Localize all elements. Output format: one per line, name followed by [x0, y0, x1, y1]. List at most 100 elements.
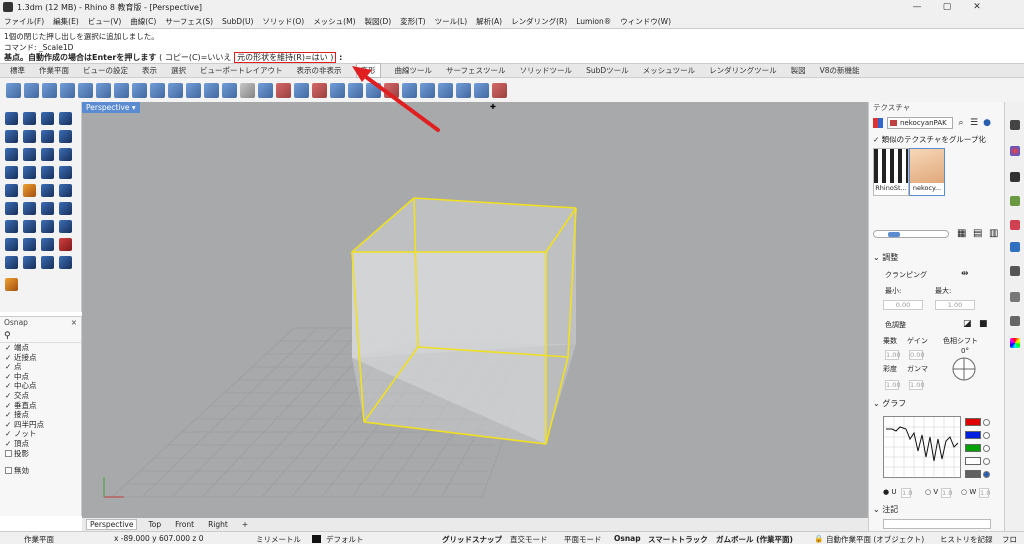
arc-icon[interactable] — [41, 130, 54, 143]
tab-standard[interactable]: 標準 — [10, 65, 25, 76]
tab-display[interactable]: 表示 — [142, 65, 157, 76]
status-units[interactable]: ミリメートル — [256, 534, 301, 544]
menu-edit[interactable]: 編集(E) — [53, 16, 79, 27]
ellipse-icon[interactable] — [23, 130, 36, 143]
color-panel-icon[interactable] — [1010, 338, 1020, 348]
menu-transform[interactable]: 変形(T) — [400, 16, 425, 27]
maximize-button[interactable]: ▢ — [932, 0, 962, 14]
tab-set-view[interactable]: ビューの設定 — [83, 65, 128, 76]
osnap-item-intersection[interactable]: ✓ 交点 — [0, 391, 81, 401]
status-osnap[interactable]: Osnap — [614, 534, 641, 543]
multiply-field[interactable]: 1.00 — [885, 350, 900, 360]
properties-panel-icon[interactable] — [1010, 120, 1020, 130]
osnap-item-vertex[interactable]: ✓ 頂点 — [0, 439, 81, 449]
gumball-icon[interactable] — [5, 278, 18, 291]
menu-window[interactable]: ウィンドウ(W) — [620, 16, 671, 27]
loft-icon[interactable] — [41, 166, 54, 179]
menu-analyze[interactable]: 解析(A) — [476, 16, 502, 27]
texture-thumb-nekocyan[interactable]: nekocy... — [909, 148, 945, 196]
tab-transform[interactable]: 変形 — [355, 63, 381, 78]
tab-drafting[interactable]: 製図 — [791, 65, 806, 76]
tab-viewport-layout[interactable]: ビューポートレイアウト — [200, 65, 283, 76]
send-icon[interactable] — [492, 82, 507, 98]
twist-icon[interactable] — [132, 82, 147, 98]
text-icon[interactable] — [23, 148, 36, 161]
uvw-u[interactable]: ● U — [883, 488, 896, 496]
menu-icon[interactable]: ☰ — [969, 118, 979, 128]
option-keep-original[interactable]: 元の形状を維持(R)=はい ) — [234, 52, 337, 63]
dimension-icon[interactable] — [41, 220, 54, 233]
tab-curve-tools[interactable]: 曲線ツール — [395, 65, 433, 76]
libraries-panel-icon[interactable] — [1010, 220, 1020, 230]
box-edit-icon[interactable] — [438, 82, 453, 98]
search-icon[interactable]: ⌕ — [956, 118, 966, 128]
explode-icon[interactable] — [23, 202, 36, 215]
offset-icon[interactable] — [59, 148, 72, 161]
fillet-icon[interactable] — [41, 148, 54, 161]
taper-icon[interactable] — [168, 82, 183, 98]
group-icon[interactable] — [23, 220, 36, 233]
move-icon[interactable] — [6, 82, 21, 98]
sporph-icon[interactable] — [348, 82, 363, 98]
swatch-red[interactable] — [965, 418, 981, 426]
join-icon[interactable] — [41, 202, 54, 215]
cylinder-icon[interactable] — [59, 184, 72, 197]
shear-icon[interactable] — [204, 82, 219, 98]
close-icon[interactable]: × — [71, 317, 77, 329]
box-icon[interactable] — [5, 184, 18, 197]
color-grid-icon[interactable] — [873, 118, 883, 128]
w-field[interactable]: 1.0 — [979, 488, 990, 498]
help-icon[interactable]: ● — [982, 118, 992, 128]
viewport-canvas[interactable]: ✚ — [82, 102, 868, 518]
tab-top[interactable]: Top — [145, 520, 164, 529]
light-icon[interactable] — [41, 256, 54, 269]
uvw-v[interactable]: ○ V — [925, 488, 938, 496]
u-field[interactable]: 1.0 — [901, 488, 912, 498]
environment-panel-icon[interactable] — [1010, 196, 1020, 206]
display-panel-icon[interactable] — [1010, 172, 1020, 182]
tab-cplane[interactable]: 作業平面 — [39, 65, 69, 76]
min-value-field[interactable]: 0.00 — [883, 300, 923, 310]
thumbnail-size-slider[interactable] — [873, 230, 949, 238]
radio-green[interactable] — [983, 445, 990, 452]
list-view-icon[interactable]: ▤ — [973, 228, 982, 239]
hide-icon[interactable] — [59, 220, 72, 233]
flow-icon[interactable] — [186, 82, 201, 98]
rotate-icon[interactable] — [42, 82, 57, 98]
scale-icon[interactable] — [60, 82, 75, 98]
status-filter[interactable]: フロ — [1002, 534, 1017, 544]
properties-icon[interactable] — [41, 238, 54, 251]
menu-subd[interactable]: SubD(U) — [222, 17, 253, 26]
menu-file[interactable]: ファイル(F) — [4, 16, 44, 27]
surface-icon[interactable] — [5, 166, 18, 179]
tab-visibility[interactable]: 表示の非表示 — [297, 65, 342, 76]
osnap-item-center[interactable]: ✓ 中心点 — [0, 381, 81, 391]
polyline-icon[interactable] — [41, 112, 54, 125]
radio-luminance[interactable] — [983, 471, 990, 478]
adjust-section[interactable]: ⌄ 調整 — [873, 252, 898, 263]
status-cplane[interactable]: 作業平面 — [24, 534, 54, 544]
osnap-item-point[interactable]: ✓ 点 — [0, 362, 81, 372]
layer-color-swatch[interactable] — [312, 535, 321, 543]
cage-edit-icon[interactable] — [312, 82, 327, 98]
material-icon[interactable] — [23, 256, 36, 269]
bend-icon[interactable] — [150, 82, 165, 98]
extrude-icon[interactable] — [23, 166, 36, 179]
gain-field[interactable]: 0.00 — [909, 350, 924, 360]
mirror-icon[interactable] — [78, 82, 93, 98]
trim-icon[interactable] — [59, 202, 72, 215]
max-value-field[interactable]: 1.00 — [935, 300, 975, 310]
tab-new-in-v8[interactable]: V8の新機能 — [820, 65, 860, 76]
grid-view-icon[interactable]: ▦ — [957, 228, 966, 239]
osnap-item-tan[interactable]: ✓ 接点 — [0, 410, 81, 420]
rectangle-icon[interactable] — [59, 130, 72, 143]
sphere-icon[interactable] — [41, 184, 54, 197]
texture-graph[interactable] — [883, 416, 962, 479]
layers-panel-icon[interactable] — [1010, 316, 1020, 326]
tab-perspective[interactable]: Perspective — [86, 519, 138, 530]
status-auto-cplane[interactable]: 自動作業平面 (オブジェクト) — [826, 534, 924, 544]
status-layer[interactable]: デフォルト — [326, 534, 364, 544]
distribute-icon[interactable] — [420, 82, 435, 98]
hue-wheel[interactable] — [951, 356, 977, 382]
osnap-item-disable[interactable]: 無効 — [0, 466, 81, 476]
